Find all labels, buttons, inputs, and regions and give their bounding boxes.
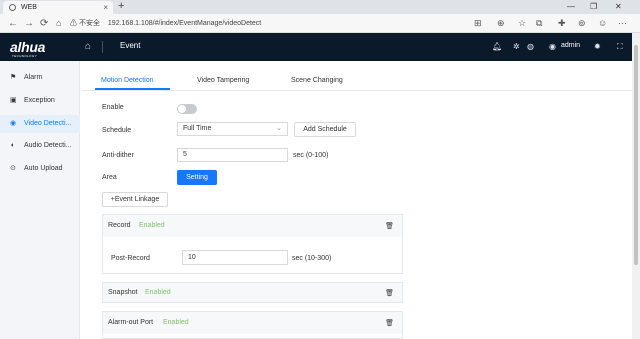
- snapshot-delete-icon[interactable]: 🗑︎: [385, 289, 394, 297]
- record-status: Enabled: [139, 222, 165, 229]
- browser-tab[interactable]: WEB ×: [3, 1, 113, 14]
- tab-divider: [82, 90, 632, 91]
- snapshot-title: Snapshot: [108, 289, 138, 296]
- fullscreen-icon[interactable]: ⛶: [617, 42, 623, 52]
- favorite-icon[interactable]: ☆: [518, 17, 526, 30]
- antidither-input[interactable]: 5: [177, 148, 288, 162]
- home-icon[interactable]: ⌂: [85, 41, 91, 52]
- schedule-label: Schedule: [102, 127, 132, 134]
- alarmout-title: Alarm-out Port: [108, 319, 154, 326]
- maximize-button[interactable]: ❐: [590, 0, 597, 13]
- add-schedule-button[interactable]: Add Schedule: [294, 122, 356, 137]
- alarmout-panel-header: Alarm-out Port Enabled 🗑︎: [103, 312, 402, 334]
- more-icon[interactable]: ⋯: [618, 17, 627, 30]
- enable-label: Enable: [102, 104, 124, 111]
- snapshot-panel-header: Snapshot Enabled 🗑︎: [103, 283, 402, 302]
- record-panel: Record Enabled 🗑︎ Post-Record 10 sec (10…: [102, 214, 403, 274]
- extensions-icon[interactable]: ✚: [558, 17, 566, 30]
- globe-icon[interactable]: ◍: [527, 42, 534, 51]
- reload-icon[interactable]: ⟳: [40, 17, 48, 30]
- sidebar: ⚑ Alarm ▣ Exception ◉ Video Detecti... ◖…: [0, 61, 80, 339]
- sidebar-item-alarm[interactable]: ⚑ Alarm: [0, 69, 80, 87]
- sidebar-item-auto-upload[interactable]: ⊙ Auto Upload: [0, 160, 80, 178]
- enable-toggle[interactable]: [177, 104, 197, 114]
- collections-icon[interactable]: ⧉: [536, 17, 542, 30]
- sidebar-item-label: Video Detecti...: [24, 120, 72, 127]
- settings-cluster-icon[interactable]: ✲: [513, 42, 520, 51]
- address-bar: ← → ⟳ ⌂ ⚠ 不安全 192.168.1.108/#/index/Even…: [0, 14, 640, 33]
- sidebar-item-label: Auto Upload: [24, 165, 63, 172]
- alarmout-panel: Alarm-out Port Enabled 🗑︎: [102, 311, 403, 339]
- area-label: Area: [102, 174, 117, 181]
- sidebar-item-label: Audio Detecti...: [24, 142, 72, 149]
- forward-icon[interactable]: →: [24, 17, 34, 30]
- app-header: alhua TECHNOLOGY ⌂ Event 🔔︎ ✲ ◍ ◉ admin …: [0, 33, 632, 61]
- tab-scene-changing[interactable]: Scene Changing: [291, 77, 343, 84]
- security-warning[interactable]: ⚠ 不安全: [70, 20, 100, 27]
- snapshot-status: Enabled: [145, 289, 171, 296]
- profile-icon[interactable]: ☺: [598, 17, 607, 30]
- back-icon[interactable]: ←: [8, 17, 18, 30]
- gear-icon[interactable]: ✹: [594, 42, 601, 51]
- sync-icon[interactable]: ⊚: [578, 17, 586, 30]
- tab-video-tampering[interactable]: Video Tampering: [197, 77, 249, 84]
- area-setting-button[interactable]: Setting: [177, 170, 217, 185]
- url-field[interactable]: ⚠ 不安全 192.168.1.108/#/index/EventManage/…: [70, 17, 470, 30]
- sidebar-item-exception[interactable]: ▣ Exception: [0, 92, 80, 110]
- alarmout-delete-icon[interactable]: 🗑︎: [385, 319, 394, 327]
- user-icon[interactable]: ◉: [549, 42, 556, 51]
- sidebar-item-video-detection[interactable]: ◉ Video Detecti...: [0, 115, 80, 133]
- video-icon: ◉: [10, 120, 17, 127]
- sidebar-item-label: Alarm: [24, 74, 43, 81]
- window-close-button[interactable]: ✕: [615, 0, 622, 13]
- snapshot-panel: Snapshot Enabled 🗑︎: [102, 282, 403, 303]
- zoom-icon[interactable]: ⊕: [497, 17, 505, 30]
- tab-title: WEB: [21, 4, 37, 11]
- schedule-value: Full Time: [183, 125, 212, 132]
- sidebar-item-audio-detection[interactable]: ◖ Audio Detecti...: [0, 137, 80, 155]
- antidither-unit: sec (0-100): [293, 152, 329, 159]
- user-name[interactable]: admin: [561, 42, 580, 49]
- tab-close-icon[interactable]: ×: [103, 1, 108, 14]
- bell-icon[interactable]: 🔔︎: [492, 42, 502, 51]
- event-linkage-button[interactable]: +Event Linkage: [102, 192, 168, 207]
- page-title: Event: [120, 41, 141, 50]
- record-title: Record: [108, 222, 131, 229]
- brand-logo-sub: TECHNOLOGY: [12, 54, 38, 58]
- chevron-down-icon: ⌄: [276, 125, 282, 132]
- brand-logo: alhua: [10, 39, 46, 55]
- toggle-knob: [178, 105, 186, 113]
- tab-motion-detection[interactable]: Motion Detection: [101, 77, 154, 84]
- alarmout-status: Enabled: [163, 319, 189, 326]
- schedule-select[interactable]: Full Time ⌄: [177, 122, 288, 136]
- postrecord-label: Post-Record: [111, 255, 150, 262]
- new-tab-button[interactable]: +: [118, 0, 124, 13]
- header-divider: [102, 41, 103, 53]
- sidebar-item-label: Exception: [24, 97, 55, 104]
- record-delete-icon[interactable]: 🗑︎: [385, 222, 394, 230]
- browser-tab-bar: WEB × + — ❐ ✕: [0, 0, 640, 14]
- record-panel-header: Record Enabled 🗑︎: [103, 215, 402, 237]
- audio-icon: ◖: [10, 142, 15, 149]
- postrecord-input[interactable]: 10: [182, 250, 288, 265]
- tab-favicon-icon: [9, 4, 16, 11]
- exception-icon: ▣: [10, 97, 17, 104]
- antidither-label: Anti-dither: [102, 152, 134, 159]
- grid-icon[interactable]: ⊞: [474, 17, 482, 30]
- url-text: 192.168.1.108/#/index/EventManage/videoD…: [107, 20, 262, 27]
- postrecord-unit: sec (10-300): [292, 255, 332, 262]
- scrollbar-thumb[interactable]: [634, 45, 638, 265]
- upload-icon: ⊙: [10, 165, 16, 172]
- minimize-button[interactable]: —: [567, 0, 575, 13]
- alarm-icon: ⚑: [10, 74, 17, 81]
- browser-home-icon[interactable]: ⌂: [56, 17, 61, 30]
